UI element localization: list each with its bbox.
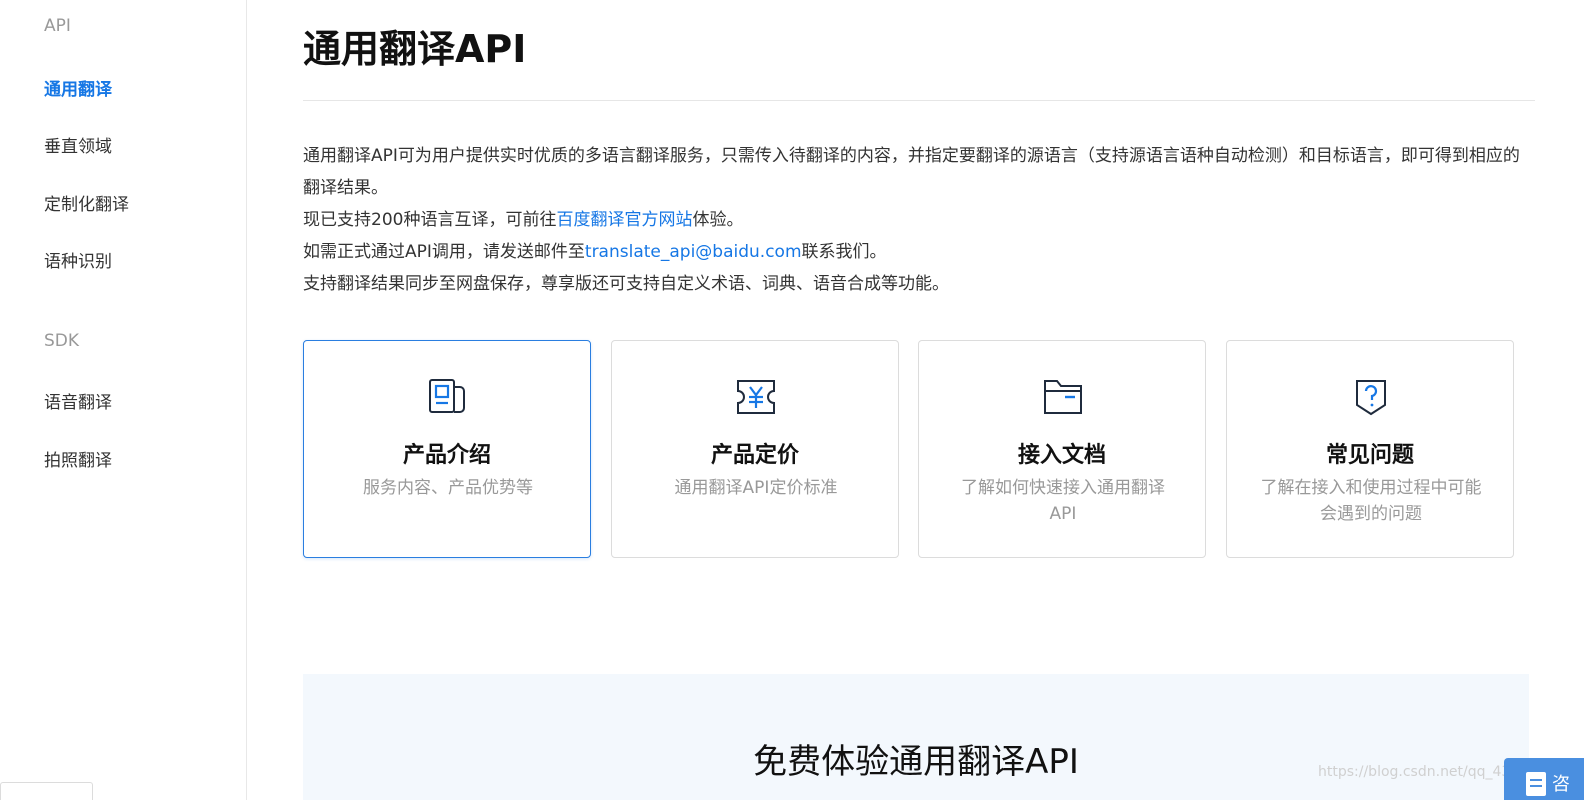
pricing-icon [737, 380, 775, 414]
card-title: 产品定价 [710, 443, 799, 468]
intro-paragraph-3: 如需正式通过API调用，请发送邮件至translate_api@baidu.co… [303, 236, 1531, 268]
card-faq[interactable]: 常见问题 了解在接入和使用过程中可能会遇到的问题 [1226, 340, 1514, 558]
card-title: 常见问题 [1325, 443, 1414, 468]
intro-p3-suffix: 联系我们。 [801, 242, 887, 262]
baidu-translate-site-link[interactable]: 百度翻译官方网站 [556, 210, 692, 230]
sidebar-item-photo-translation[interactable]: 拍照翻译 [44, 446, 112, 471]
sidebar-group-title-sdk: SDK [44, 331, 80, 351]
card-description: 通用翻译API定价标准 [674, 478, 838, 498]
contact-email-link[interactable]: translate_api@baidu.com [585, 242, 802, 262]
sidebar-group-title-api: API [44, 16, 71, 36]
sidebar-item-custom-translation[interactable]: 定制化翻译 [44, 190, 129, 215]
intro-description: 通用翻译API可为用户提供实时优质的多语言翻译服务，只需传入待翻译的内容，并指定… [303, 140, 1531, 300]
card-product-intro[interactable]: 产品介绍 服务内容、产品优势等 [303, 340, 591, 558]
card-title: 产品介绍 [402, 443, 491, 468]
card-description: 了解如何快速接入通用翻译API [961, 478, 1165, 524]
intro-paragraph-4: 支持翻译结果同步至网盘保存，尊享版还可支持自定义术语、词典、语音合成等功能。 [303, 274, 949, 294]
intro-p2-prefix: 现已支持200种语言互译，可前往 [303, 210, 557, 230]
consult-float-button[interactable]: 咨 [1504, 758, 1584, 800]
page: API 通用翻译 垂直领域 定制化翻译 语种识别 SDK 语音翻译 拍照翻译 通… [0, 0, 1584, 800]
title-divider [303, 100, 1535, 101]
free-trial-banner: 免费体验通用翻译API [303, 674, 1529, 800]
intro-paragraph-1: 通用翻译API可为用户提供实时优质的多语言翻译服务，只需传入待翻译的内容，并指定… [303, 146, 1520, 198]
page-title: 通用翻译API [303, 27, 527, 71]
card-product-pricing[interactable]: 产品定价 通用翻译API定价标准 [611, 340, 899, 558]
product-intro-icon [429, 379, 465, 413]
sidebar: API 通用翻译 垂直领域 定制化翻译 语种识别 SDK 语音翻译 拍照翻译 [0, 0, 247, 800]
card-description: 服务内容、产品优势等 [363, 478, 533, 498]
sidebar-item-speech-translation[interactable]: 语音翻译 [44, 388, 112, 413]
card-integration-docs[interactable]: 接入文档 了解如何快速接入通用翻译API [918, 340, 1206, 558]
sidebar-item-general-translation[interactable]: 通用翻译 [44, 75, 112, 100]
document-icon [1526, 772, 1546, 796]
intro-paragraph-2: 现已支持200种语言互译，可前往百度翻译官方网站体验。 [303, 204, 1531, 236]
intro-p2-suffix: 体验。 [692, 210, 744, 230]
consult-button-label: 咨 [1552, 774, 1570, 795]
question-shield-icon [1356, 380, 1386, 416]
card-title: 接入文档 [1017, 443, 1106, 468]
folder-doc-icon [1044, 380, 1082, 414]
card-description: 了解在接入和使用过程中可能会遇到的问题 [1260, 478, 1482, 524]
sidebar-item-language-detection[interactable]: 语种识别 [44, 247, 112, 272]
intro-p3-prefix: 如需正式通过API调用，请发送邮件至 [303, 242, 585, 262]
main-content: 通用翻译API 通用翻译API可为用户提供实时优质的多语言翻译服务，只需传入待翻… [303, 0, 1535, 800]
sidebar-item-vertical-domain[interactable]: 垂直领域 [44, 132, 112, 157]
bottom-left-tab[interactable] [0, 782, 93, 800]
